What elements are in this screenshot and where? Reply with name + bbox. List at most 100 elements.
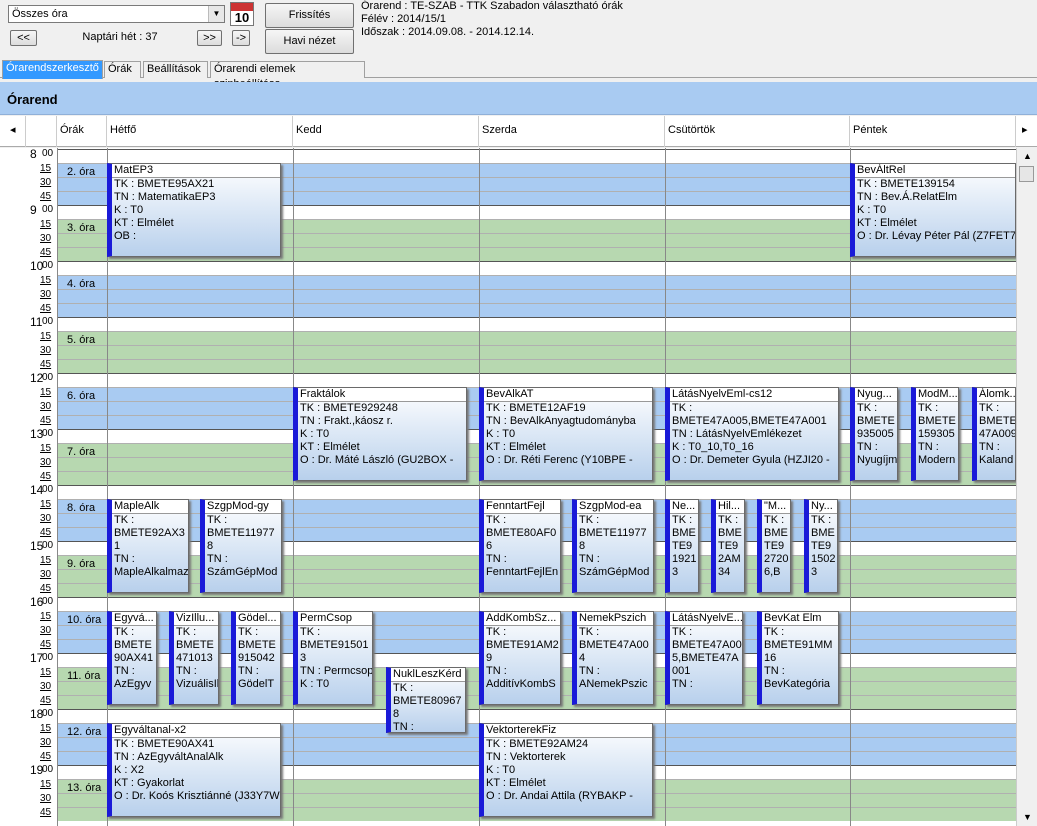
monthly-view-button[interactable]: Havi nézet bbox=[265, 29, 354, 54]
scrollbar-thumb[interactable] bbox=[1019, 166, 1034, 182]
schedule-event[interactable]: AddKombSz... TK : BMETE91AM2 9 TN : AdditívKo… bbox=[479, 611, 561, 705]
event-title: VizIllu... bbox=[174, 612, 218, 626]
next-week-button[interactable]: >> bbox=[197, 30, 222, 46]
schedule-event[interactable]: LátásNyelvE... TK : BMETE47A00 5,BMETE47A 00… bbox=[665, 611, 743, 705]
lesson-label: 9. óra bbox=[67, 558, 96, 570]
schedule-event[interactable]: NemekPszich TK : BMETE47A00 4 TN : ANemekPszi… bbox=[572, 611, 654, 705]
calendar-icon[interactable]: 10 bbox=[230, 2, 254, 26]
event-detail: 16 bbox=[764, 652, 777, 664]
schedule-event[interactable]: MatEP3 TK : BMETE95AX21 TN : MatematikaEP3… bbox=[107, 163, 281, 257]
grid-row[interactable] bbox=[57, 149, 1016, 163]
prev-week-button[interactable]: << bbox=[10, 30, 37, 46]
grid-row[interactable] bbox=[57, 261, 1016, 275]
schedule-event[interactable]: LátásNyelvEml-cs12 TK : BMETE47A005,BMETE4… bbox=[665, 387, 839, 481]
scroll-right-icon[interactable]: ▸ bbox=[1016, 116, 1037, 147]
event-title: FenntartFejl bbox=[484, 500, 560, 514]
goto-button[interactable]: -> bbox=[232, 30, 250, 46]
grid-divider bbox=[665, 148, 666, 826]
minute-label: 30 bbox=[40, 513, 52, 524]
grid-row[interactable] bbox=[57, 709, 1016, 723]
schedule-event[interactable]: Ny... TK : BME TE9 1502 3 bbox=[804, 499, 838, 593]
schedule-event[interactable]: BevKat Elm TK : BMETE91MM 16 TN : BevKategóri… bbox=[757, 611, 839, 705]
grid-row[interactable] bbox=[57, 373, 1016, 387]
schedule-event[interactable]: Egyvá... TK : BMETE 90AX41 TN : AzEgyv bbox=[107, 611, 157, 705]
minute-label: 00 bbox=[42, 652, 54, 663]
event-detail: BMETE47A00 bbox=[579, 639, 649, 651]
schedule-event[interactable]: Gödel... TK : BMETE 915042 TN : GödelT bbox=[231, 611, 281, 705]
schedule-event[interactable]: NuklLeszKérdTK :BMETE809678TN :Nukleszer… bbox=[386, 667, 466, 733]
grid-row[interactable] bbox=[57, 275, 1016, 289]
schedule-event[interactable]: Egyváltanal-x2 TK : BMETE90AX41 TN : AzEgy… bbox=[107, 723, 281, 817]
grid-row[interactable] bbox=[57, 331, 1016, 345]
tab-classes[interactable]: Órák bbox=[104, 61, 141, 78]
event-title: "M... bbox=[762, 500, 790, 514]
event-detail: O : Dr. Koós Krisztiánné (J33Y7W bbox=[114, 790, 280, 802]
scroll-up-icon[interactable]: ▲ bbox=[1023, 151, 1032, 161]
event-detail: BMETE bbox=[979, 415, 1016, 427]
schedule-event[interactable]: VektorterekFiz TK : BMETE92AM24 TN : Vekto… bbox=[479, 723, 653, 817]
tab-color-settings[interactable]: Órarendi elemek szinbeállítása bbox=[210, 61, 365, 90]
schedule-event[interactable]: BevAlkAT TK : BMETE12AF19 TN : BevAlkAnyag… bbox=[479, 387, 653, 481]
event-detail: KT : Gyakorlat bbox=[114, 777, 185, 789]
lesson-label: 7. óra bbox=[67, 446, 96, 458]
minute-label: 45 bbox=[40, 639, 52, 650]
event-detail: TK : bbox=[579, 514, 600, 526]
event-detail: TE9 bbox=[811, 540, 832, 552]
schedule-event[interactable]: PermCsop TK : BMETE91501 3 TN : Permcsop K : … bbox=[293, 611, 373, 705]
tab-schedule-editor[interactable]: Órarendszerkesztő bbox=[2, 60, 103, 79]
lesson-label: 8. óra bbox=[67, 502, 96, 514]
event-detail: 8 bbox=[207, 540, 214, 552]
event-detail: TK : bbox=[486, 514, 507, 526]
schedule-filter-combo[interactable]: Összes óra ▼ bbox=[8, 5, 225, 23]
event-title: SzgpMod-ea bbox=[577, 500, 653, 514]
scroll-down-icon[interactable]: ▼ bbox=[1023, 812, 1032, 822]
event-detail: BMETE91501 bbox=[300, 639, 369, 651]
grid-row[interactable] bbox=[57, 317, 1016, 331]
minute-label: 00 bbox=[42, 372, 54, 383]
schedule-event[interactable]: Nyug... TK : BMETE 935005 TN : Nyugíjm bbox=[850, 387, 898, 481]
event-detail: 935005 bbox=[857, 428, 894, 440]
event-detail: TN : Vektorterek bbox=[486, 751, 566, 763]
event-title: BevKat Elm bbox=[762, 612, 838, 626]
grid-row[interactable] bbox=[57, 485, 1016, 499]
vertical-scrollbar[interactable]: ▲ ▼ bbox=[1016, 148, 1037, 826]
event-detail: GödelT bbox=[238, 678, 275, 690]
event-detail: TN : bbox=[238, 665, 259, 677]
schedule-event[interactable]: ModM... TK : BMETE 159305 TN : Modern bbox=[911, 387, 959, 481]
tab-settings[interactable]: Beállítások bbox=[143, 61, 208, 78]
grid-row[interactable] bbox=[57, 359, 1016, 373]
schedule-event[interactable]: Álomk... TK : BMETE 47A009 TN : Kaland bbox=[972, 387, 1016, 481]
chevron-down-icon[interactable]: ▼ bbox=[208, 6, 224, 22]
grid-row[interactable] bbox=[57, 597, 1016, 611]
grid-row[interactable] bbox=[57, 289, 1016, 303]
scroll-left-icon[interactable]: ◂ bbox=[0, 116, 26, 147]
timetable-grid[interactable]: 8 00 15 30 45 9 00 15 30 45 10 00 15 30 45 11 00 15 30 45 12… bbox=[0, 148, 1016, 826]
event-detail: TK : bbox=[486, 626, 507, 638]
schedule-event[interactable]: FenntartFejl TK : BMETE80AF0 6 TN : FenntartF… bbox=[479, 499, 561, 593]
event-detail: BMETE91MM bbox=[764, 639, 833, 651]
schedule-event[interactable]: SzgpMod-ea TK : BMETE11977 8 TN : SzámGépMod bbox=[572, 499, 654, 593]
grid-row[interactable] bbox=[57, 303, 1016, 317]
event-detail: BME bbox=[718, 527, 742, 539]
event-detail: BME bbox=[811, 527, 835, 539]
event-detail: TK : BMETE139154 bbox=[857, 178, 955, 190]
schedule-event[interactable]: "M... TK : BME TE9 2720 6,B bbox=[757, 499, 791, 593]
schedule-event[interactable]: Fraktálok TK : BMETE929248 TN : Frakt.,káo… bbox=[293, 387, 467, 481]
event-detail: TN : bbox=[486, 665, 507, 677]
schedule-event[interactable]: Ne... TK : BME TE9 1921 3 bbox=[665, 499, 699, 593]
schedule-event[interactable]: BevÁltRel TK : BMETE139154 TN : Bev.Á.Rela… bbox=[850, 163, 1016, 257]
minute-label: 45 bbox=[40, 191, 52, 202]
schedule-event[interactable]: Hil... TK : BME TE9 2AM 34 bbox=[711, 499, 745, 593]
day-header-wednesday: Szerda bbox=[479, 116, 665, 147]
event-detail: TK : bbox=[979, 402, 1000, 414]
refresh-button[interactable]: Frissítés bbox=[265, 3, 354, 28]
grid-row[interactable] bbox=[57, 345, 1016, 359]
schedule-event[interactable]: MapleAlk TK : BMETE92AX3 1 TN : MapleAlkalmaz bbox=[107, 499, 189, 593]
grid-divider bbox=[293, 148, 294, 826]
event-detail: SzámGépMod bbox=[207, 566, 278, 578]
schedule-event[interactable]: SzgpMod-gy TK : BMETE11977 8 TN : SzámGépMod bbox=[200, 499, 282, 593]
event-title: NemekPszich bbox=[577, 612, 653, 626]
event-title: VektorterekFiz bbox=[484, 724, 652, 738]
schedule-event[interactable]: VizIllu... TK : BMETE 471013 TN : VizuálisIl bbox=[169, 611, 219, 705]
event-detail: KT : Elmélet bbox=[114, 217, 174, 229]
